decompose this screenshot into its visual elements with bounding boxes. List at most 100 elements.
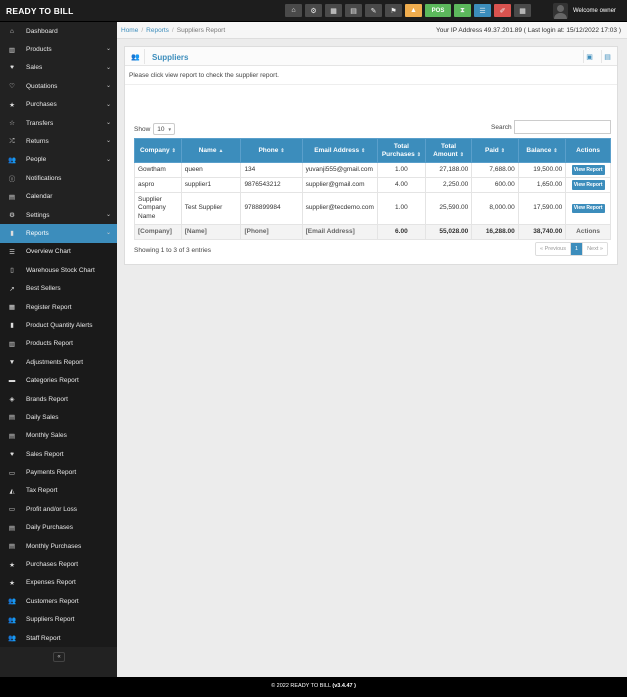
col-total-purchases[interactable]: Total Purchases ⇕ — [376, 138, 426, 163]
calculator-icon[interactable]: ▦ — [325, 4, 342, 17]
intro-text: Please click view report to check the su… — [129, 72, 279, 79]
cell-total-amount: 25,590.00 — [424, 192, 473, 225]
sidebar-item-label: Products — [26, 46, 52, 54]
list-icon[interactable]: ☰ — [474, 4, 491, 17]
sidebar-item-sales-report[interactable]: ♥ Sales Report — [0, 444, 117, 464]
sidebar-item-product-quantity-alerts[interactable]: ▮ Product Quantity Alerts — [0, 316, 117, 335]
search-input[interactable] — [514, 120, 611, 134]
sidebar-item-label: Reports — [26, 229, 49, 237]
download-image-icon[interactable]: ▣ — [583, 50, 595, 63]
chevron-down-icon: ⌄ — [105, 211, 111, 218]
sidebar-item-purchases-report[interactable]: ★ Purchases Report — [0, 555, 117, 574]
sidebar-item-returns[interactable]: ⤮ Returns ⌄ — [0, 132, 117, 150]
sidebar-item-monthly-sales[interactable]: ▤ Monthly Sales — [0, 426, 117, 445]
col-phone[interactable]: Phone ⇕ — [240, 138, 303, 163]
brand-logo[interactable]: READY TO BILL — [6, 6, 73, 16]
sidebar-item-notifications[interactable]: ⓘ Notifications — [0, 169, 117, 187]
next-page-button[interactable]: Next » — [583, 243, 607, 255]
sidebar-item-suppliers-report[interactable]: 👥 Suppliers Report — [0, 610, 117, 629]
sidebar-item-overview-chart[interactable]: ☰ Overview Chart — [0, 242, 117, 262]
footer-version: (v3.4.47 ) — [332, 683, 356, 689]
star-icon: ★ — [9, 579, 15, 587]
cog-icon: ⚙ — [9, 212, 15, 220]
sidebar-item-best-sellers[interactable]: ↗ Best Sellers — [0, 279, 117, 298]
heart-outline-icon: ♡ — [9, 83, 15, 91]
avatar[interactable] — [553, 3, 568, 19]
bar-chart-icon: ▮ — [10, 322, 14, 330]
view-report-button[interactable]: View Report — [571, 180, 605, 190]
cell-actions: View Report — [565, 177, 611, 193]
sidebar-item-calendar[interactable]: ▤ Calendar — [0, 188, 117, 206]
page-size-control: Show 10 ▼ — [134, 123, 176, 135]
footer-email: [Email Address] — [301, 224, 378, 240]
users-icon: 👥 — [7, 616, 17, 624]
hourglass-icon[interactable]: ⧗ — [454, 4, 471, 17]
table-row[interactable]: Supplier Company Name Test Supplier 978889… — [134, 192, 611, 225]
sidebar-item-dashboard[interactable]: ⌂ Dashboard — [0, 22, 117, 40]
page-1-button[interactable]: 1 — [570, 243, 584, 255]
table-row[interactable]: Gowtham queen 134 yuvanji555@gmail.com 1.00 2… — [134, 162, 611, 178]
sidebar-item-purchases[interactable]: ★ Purchases ⌄ — [0, 96, 117, 114]
sidebar-item-daily-purchases[interactable]: ▤ Daily Purchases — [0, 518, 117, 537]
sidebar-item-products[interactable]: ▥ Products ⌄ — [0, 40, 117, 58]
sidebar-item-profit-and-or-loss[interactable]: ▭ Profit and/or Loss — [0, 500, 117, 519]
previous-page-button[interactable]: « Previous — [536, 243, 570, 255]
calendar-icon: ▤ — [8, 414, 16, 422]
cell-total-amount: 27,188.00 — [424, 162, 473, 178]
col-company[interactable]: Company ⇕ — [134, 138, 182, 163]
sidebar-item-label: Payments Report — [26, 469, 77, 477]
sidebar-item-settings[interactable]: ⚙ Settings ⌄ — [0, 206, 117, 224]
pagination: « Previous 1 Next » — [535, 242, 608, 256]
sidebar-item-monthly-purchases[interactable]: ▤ Monthly Purchases — [0, 536, 117, 556]
sidebar-item-customers-report[interactable]: 👥 Customers Report — [0, 592, 117, 611]
col-email[interactable]: Email Address ⇕ — [301, 138, 378, 163]
sidebar-collapse-button[interactable]: « — [53, 652, 65, 662]
view-report-button[interactable]: View Report — [571, 203, 605, 214]
download-xls-icon[interactable]: ▤ — [601, 50, 613, 63]
view-report-button[interactable]: View Report — [571, 165, 605, 175]
breadcrumb-home[interactable]: Home — [121, 27, 138, 34]
cell-actions: View Report — [565, 162, 611, 178]
grid-icon[interactable]: ▦ — [514, 4, 531, 17]
page-size-select[interactable]: 10 ▼ — [153, 123, 176, 135]
line-chart-icon: ↗ — [9, 285, 15, 293]
col-name[interactable]: Name ▲ — [180, 138, 242, 163]
sidebar-item-quotations[interactable]: ♡ Quotations ⌄ — [0, 77, 117, 95]
col-total-amount[interactable]: Total Amount ⇕ — [424, 138, 473, 163]
sidebar-item-categories-report[interactable]: ▬ Categories Report — [0, 371, 117, 390]
sidebar-item-transfers[interactable]: ☆ Transfers ⌄ — [0, 114, 117, 132]
users-icon: 👥 — [131, 54, 140, 61]
sidebar-item-people[interactable]: 👥 People ⌄ — [0, 151, 117, 169]
sidebar-item-staff-report[interactable]: 👥 Staff Report — [0, 628, 117, 648]
calendar-icon: ▤ — [8, 543, 16, 551]
sidebar-item-expenses-report[interactable]: ★ Expenses Report — [0, 573, 117, 593]
cell-paid: 8,000.00 — [471, 192, 519, 225]
table-row[interactable]: aspro supplier1 9876543212 supplier@gmail.c… — [134, 177, 611, 193]
sidebar-item-brands-report[interactable]: ◈ Brands Report — [0, 389, 117, 409]
flame-icon[interactable]: ✐ — [494, 4, 511, 17]
breadcrumb-reports[interactable]: Reports — [146, 27, 169, 34]
sidebar-item-tax-report[interactable]: ◭ Tax Report — [0, 481, 117, 501]
sidebar-item-adjustments-report[interactable]: ▼ Adjustments Report — [0, 353, 117, 372]
alert-icon[interactable]: ▲ — [405, 4, 422, 17]
sidebar-item-reports[interactable]: ▮ Reports ⌄ — [0, 224, 117, 243]
col-balance[interactable]: Balance ⇕ — [517, 138, 567, 163]
dashboard-icon[interactable]: ⌂ — [285, 4, 302, 17]
col-actions: Actions — [565, 138, 611, 163]
sidebar-item-label: Brands Report — [26, 395, 68, 403]
calendar-icon[interactable]: ▤ — [345, 4, 362, 17]
sidebar-item-sales[interactable]: ♥ Sales ⌄ — [0, 59, 117, 77]
settings-icon[interactable]: ⚙ — [305, 4, 322, 17]
welcome-text[interactable]: Welcome owner — [573, 8, 616, 14]
sidebar-item-payments-report[interactable]: ▭ Payments Report — [0, 463, 117, 482]
sidebar-item-warehouse-stock-chart[interactable]: ▯ Warehouse Stock Chart — [0, 261, 117, 280]
sidebar-item-register-report[interactable]: ▦ Register Report — [0, 297, 117, 317]
sidebar-item-daily-sales[interactable]: ▤ Daily Sales — [0, 408, 117, 427]
footer-balance: 38,740.00 — [517, 224, 567, 240]
heart-icon: ♥ — [10, 64, 14, 72]
flag-icon[interactable]: ⚑ — [385, 4, 402, 17]
edit-icon[interactable]: ✎ — [365, 4, 382, 17]
col-paid[interactable]: Paid ⇕ — [471, 138, 519, 163]
pos-button[interactable]: POS — [425, 4, 451, 17]
sidebar-item-products-report[interactable]: ▥ Products Report — [0, 334, 117, 354]
